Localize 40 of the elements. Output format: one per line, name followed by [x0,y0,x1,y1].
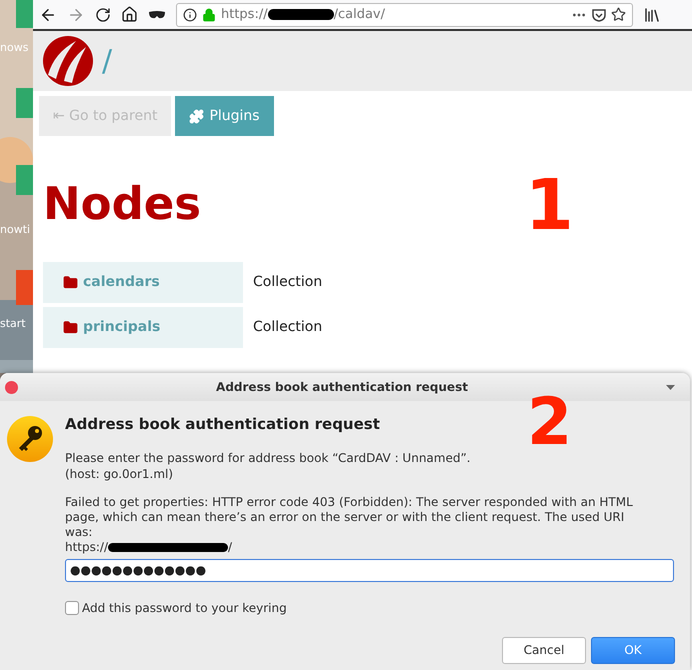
cancel-button[interactable]: Cancel [502,636,586,664]
node-type: Collection [253,318,322,337]
folder-icon [63,275,78,290]
node-type: Collection [253,273,322,292]
page-heading: Nodes [43,176,202,232]
library-icon[interactable] [643,6,661,24]
key-icon [7,416,53,462]
plugins-button[interactable]: Plugins [175,96,274,136]
dialog-title: Address book authentication request [215,379,469,396]
caret-icon[interactable] [666,384,675,390]
host-text: (host: go.0or1.ml) [65,466,174,482]
error-text: Failed to get properties: HTTP error code 403 (Forbidden): The server responded with an HTML page, which can mean there’s an error on the server or with the client request. The used URI was: [65,494,634,540]
dialog-message: Please enter the password for address book “CardDAV : Unnamed”. [65,450,472,466]
keyring-checkbox[interactable] [65,600,79,614]
url-text: https:// /caldav/ [221,6,386,24]
close-button[interactable] [5,380,18,394]
breadcrumb[interactable]: / [102,38,112,84]
folder-icon [63,320,78,335]
password-field[interactable]: ●●●●●●●●●●●●● [65,558,674,582]
star-icon[interactable] [611,7,626,22]
desktop-icon-label: start [0,318,27,329]
puzzle-icon [189,108,204,124]
dialog-heading: Address book authentication request [65,414,381,435]
uri-text: https:// / [65,540,234,554]
logo-icon [42,35,94,87]
node-link[interactable]: calendars [83,272,160,293]
keyring-label: Add this password to your keyring [82,600,287,616]
info-icon[interactable] [183,8,197,22]
ok-button[interactable]: OK [591,636,675,664]
shield-icon[interactable] [592,8,606,22]
mask-icon [148,10,166,20]
reload-icon[interactable] [95,6,111,22]
lock-icon [202,8,216,22]
annotation-number: 2 [527,390,572,455]
annotation-number: 1 [525,170,574,240]
address-bar[interactable]: https:// /caldav/ [176,2,633,26]
node-link[interactable]: principals [83,317,160,338]
desktop-icon-label: nows [0,42,30,53]
home-icon[interactable] [121,6,138,23]
desktop-icon-label: nowti [0,224,32,235]
